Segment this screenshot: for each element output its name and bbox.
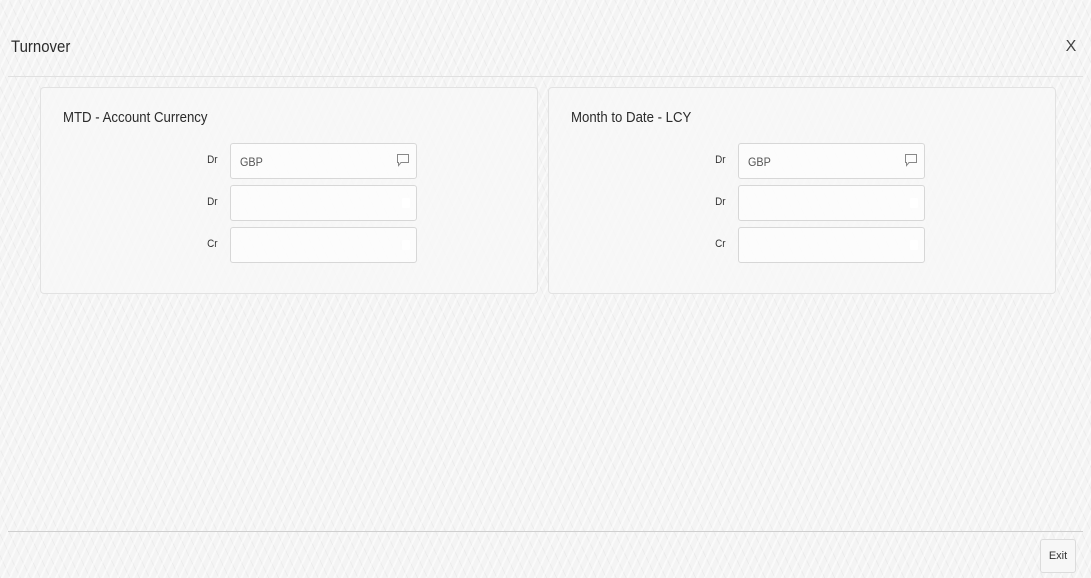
lcy-cr-amount-field[interactable] [738,227,925,263]
field-stub [402,240,410,250]
field-label: Dr [207,154,218,166]
panel-mtd-account-currency: MTD - Account Currency Dr GBP Dr Cr [40,87,538,294]
row-cr-amount: Cr [41,227,218,263]
field-stub [910,240,918,250]
field-label: Cr [715,238,726,250]
header-divider [8,76,1083,77]
field-label: Cr [207,238,218,250]
row-dr-currency: Dr [549,143,726,179]
field-value: GBP [748,155,771,169]
field-value: GBP [240,155,263,169]
dr-amount-field[interactable] [230,185,417,221]
dr-currency-field[interactable]: GBP [230,143,417,179]
field-stub [910,198,918,208]
field-stub [402,198,410,208]
panel-heading: MTD - Account Currency [63,109,208,126]
cr-amount-field[interactable] [230,227,417,263]
panel-month-to-date-lcy: Month to Date - LCY Dr GBP Dr Cr [548,87,1056,294]
lcy-dr-amount-field[interactable] [738,185,925,221]
close-icon[interactable]: X [1063,38,1079,56]
field-label: Dr [715,154,726,166]
field-label: Dr [715,196,726,208]
row-dr-currency: Dr [41,143,218,179]
note-icon[interactable] [396,153,410,167]
window-title: Turnover [11,37,71,56]
row-dr-amount: Dr [41,185,218,221]
note-icon[interactable] [904,153,918,167]
row-cr-amount: Cr [549,227,726,263]
panel-heading: Month to Date - LCY [571,109,692,126]
footer-divider [8,531,1083,532]
lcy-dr-currency-field[interactable]: GBP [738,143,925,179]
row-dr-amount: Dr [549,185,726,221]
field-label: Dr [207,196,218,208]
exit-button[interactable]: Exit [1040,539,1076,573]
